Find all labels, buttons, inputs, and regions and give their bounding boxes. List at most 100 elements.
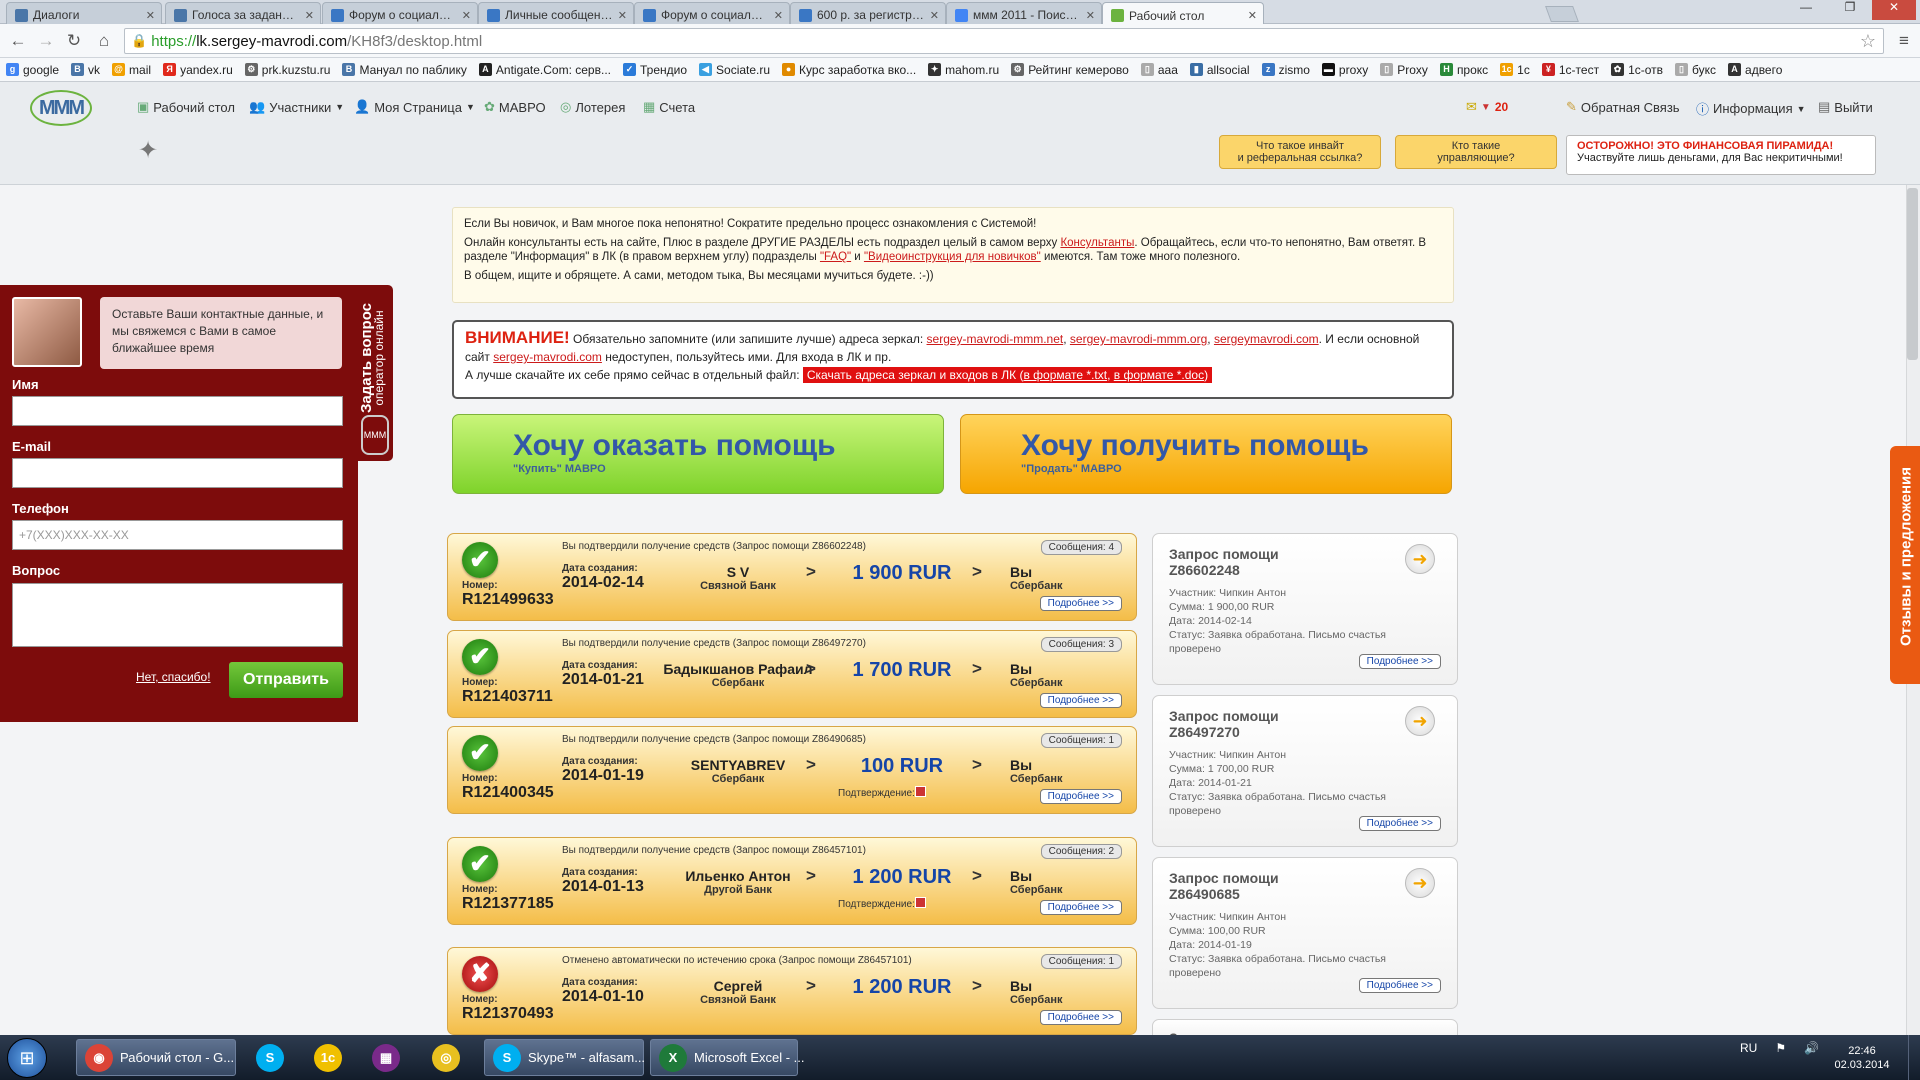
minimize-button[interactable]: —: [1784, 0, 1828, 20]
attachment-icon[interactable]: [914, 897, 926, 908]
details-button[interactable]: Подробнее >>: [1358, 816, 1441, 831]
info-menu[interactable]: ⓘ Информация ▼: [1696, 99, 1806, 118]
browser-tab[interactable]: Голоса за задания (конк✕: [165, 2, 321, 24]
email-field[interactable]: [12, 458, 343, 488]
close-tab-icon[interactable]: ✕: [774, 9, 783, 22]
nav-item[interactable]: ▣ Рабочий стол: [137, 99, 235, 115]
messages-badge[interactable]: Сообщения: 1: [1040, 954, 1122, 969]
bookmark-item[interactable]: g google: [6, 63, 59, 77]
bookmark-item[interactable]: Яyandex.ru: [163, 63, 233, 77]
bookmark-item[interactable]: z zismo: [1261, 63, 1310, 77]
bookmark-item[interactable]: ◀ Sociate.ru: [699, 63, 770, 77]
close-tab-icon[interactable]: ✕: [462, 9, 471, 22]
download-doc-link[interactable]: в формате *.doc: [1114, 368, 1204, 382]
logout-link[interactable]: ▤ Выйти: [1818, 99, 1873, 115]
bookmark-item[interactable]: ¥1с-тест: [1541, 63, 1599, 77]
messages-badge[interactable]: Сообщения: 4: [1040, 540, 1122, 555]
taskbar-item[interactable]: S Skype™ - alfasam...: [484, 1039, 645, 1076]
get-help-button[interactable]: Хочу получить помощь "Продать" МАВРО: [960, 414, 1452, 494]
volume-icon[interactable]: 🔊: [1804, 1041, 1819, 1055]
mmm-logo[interactable]: MMM: [30, 90, 92, 126]
close-tab-icon[interactable]: ✕: [146, 9, 155, 22]
mirror-link[interactable]: sergey-mavrodi-mmm.org: [1070, 332, 1207, 346]
question-field[interactable]: [12, 583, 343, 647]
bookmark-item[interactable]: ▯ ааа: [1140, 63, 1178, 77]
feedback-link[interactable]: ✎ Обратная Связь: [1566, 99, 1680, 115]
attachment-icon[interactable]: [914, 786, 926, 797]
reload-icon[interactable]: ↻: [64, 31, 84, 51]
maximize-button[interactable]: ❐: [1828, 0, 1872, 20]
faq-link[interactable]: "FAQ": [820, 251, 851, 263]
browser-tab[interactable]: Форум о социальных сет✕: [322, 2, 478, 24]
bookmark-item[interactable]: ⚙ prk.kuzstu.ru: [244, 63, 330, 77]
close-window-button[interactable]: ✕: [1872, 0, 1916, 20]
messages-badge[interactable]: Сообщения: 1: [1040, 733, 1122, 748]
download-txt-link[interactable]: в формате *.txt: [1023, 368, 1107, 382]
flag-icon[interactable]: ⚑: [1775, 1041, 1786, 1055]
address-bar[interactable]: 🔒 https:// lk.sergey-mavrodi.com /KH8f3/…: [124, 28, 1884, 54]
scrollbar-thumb[interactable]: [1907, 188, 1918, 360]
bookmark-item[interactable]: @ mail: [112, 63, 151, 77]
bookmark-item[interactable]: ▮ allsocial: [1189, 63, 1250, 77]
back-icon[interactable]: ←: [8, 31, 28, 51]
bookmark-item[interactable]: ⚙ Рейтинг кемерово: [1011, 63, 1129, 77]
browser-tab[interactable]: Форум о социальных сет✕: [634, 2, 790, 24]
bookmark-item[interactable]: ● Курс заработка вко...: [782, 63, 916, 77]
clock[interactable]: 22:46 02.03.2014: [1822, 1044, 1902, 1072]
browser-tab[interactable]: Диалоги ✕: [6, 2, 162, 24]
mirror-link[interactable]: sergeymavrodi.com: [1214, 332, 1319, 346]
close-tab-icon[interactable]: ✕: [930, 9, 939, 22]
details-button[interactable]: Подробнее >>: [1039, 596, 1122, 611]
video-guide-link[interactable]: "Видеоинструкция для новичков": [864, 251, 1041, 263]
menu-icon[interactable]: ≡: [1894, 31, 1914, 51]
details-button[interactable]: Подробнее >>: [1039, 789, 1122, 804]
notifications[interactable]: ✉ ▼ 20: [1466, 99, 1508, 115]
nav-item[interactable]: ▦ Счета: [643, 99, 695, 115]
new-tab-button[interactable]: [1545, 6, 1579, 22]
browser-tab[interactable]: Личные сообщения ✕: [478, 2, 634, 24]
bookmark-item[interactable]: Aадвего: [1728, 63, 1782, 77]
details-button[interactable]: Подробнее >>: [1039, 900, 1122, 915]
managers-info-button[interactable]: Кто такие управляющие?: [1395, 135, 1557, 169]
bookmark-item[interactable]: Bvk: [71, 63, 100, 77]
messages-badge[interactable]: Сообщения: 3: [1040, 637, 1122, 652]
bookmark-item[interactable]: ✦ mahom.ru: [928, 63, 999, 77]
nav-item[interactable]: 👥 Участники ▼: [249, 99, 344, 115]
arrow-right-icon[interactable]: ➜: [1405, 868, 1435, 898]
start-button[interactable]: ⊞: [7, 1038, 47, 1078]
main-site-link[interactable]: sergey-mavrodi.com: [493, 350, 602, 364]
download-mirrors-button[interactable]: Скачать адреса зеркал и входов в ЛК (в ф…: [802, 367, 1213, 383]
browser-tab[interactable]: ммм 2011 - Поиск в Goo✕: [946, 2, 1102, 24]
close-tab-icon[interactable]: ✕: [305, 9, 314, 22]
bookmark-item[interactable]: ▯ букс: [1675, 63, 1716, 77]
forward-icon[interactable]: →: [36, 31, 56, 51]
taskbar-item[interactable]: 1c: [306, 1039, 352, 1076]
taskbar-item[interactable]: ▦: [364, 1039, 410, 1076]
send-button[interactable]: Отправить: [229, 662, 343, 698]
phone-field[interactable]: +7(XXX)XXX-XX-XX: [12, 520, 343, 550]
consultants-link[interactable]: Консультанты: [1060, 237, 1134, 249]
bookmark-item[interactable]: B Мануал по паблику: [342, 63, 467, 77]
taskbar-item[interactable]: X Microsoft Excel - ...: [650, 1039, 805, 1076]
nav-item[interactable]: ✿ МАВРО: [484, 99, 546, 115]
bookmark-star-icon[interactable]: ☆: [1860, 31, 1876, 52]
close-tab-icon[interactable]: ✕: [618, 9, 627, 22]
bookmark-item[interactable]: ✿ 1с-отв: [1611, 63, 1663, 77]
show-desktop-button[interactable]: [1908, 1035, 1920, 1080]
arrow-right-icon[interactable]: ➜: [1405, 706, 1435, 736]
ask-question-tab[interactable]: Задать вопрос оператор онлайн MMM: [358, 285, 393, 461]
taskbar-item[interactable]: ◎: [424, 1039, 470, 1076]
bookmark-item[interactable]: ▬ proxy: [1321, 63, 1368, 77]
nav-item[interactable]: 👤 Моя Страница ▼: [354, 99, 475, 115]
arrow-right-icon[interactable]: ➜: [1405, 544, 1435, 574]
bookmark-item[interactable]: ✓ Трендио: [623, 63, 687, 77]
mirror-link[interactable]: sergey-mavrodi-mmm.net: [927, 332, 1064, 346]
details-button[interactable]: Подробнее >>: [1039, 693, 1122, 708]
bookmark-item[interactable]: Hпрокс: [1439, 63, 1488, 77]
language-indicator[interactable]: RU: [1740, 1041, 1757, 1055]
invite-info-button[interactable]: Что такое инвайт и реферальная ссылка?: [1219, 135, 1381, 169]
details-button[interactable]: Подробнее >>: [1358, 978, 1441, 993]
close-tab-icon[interactable]: ✕: [1248, 9, 1257, 22]
taskbar-item[interactable]: ◉ Рабочий стол - G...: [76, 1039, 236, 1076]
nav-item[interactable]: ◎ Лотерея: [560, 99, 625, 115]
